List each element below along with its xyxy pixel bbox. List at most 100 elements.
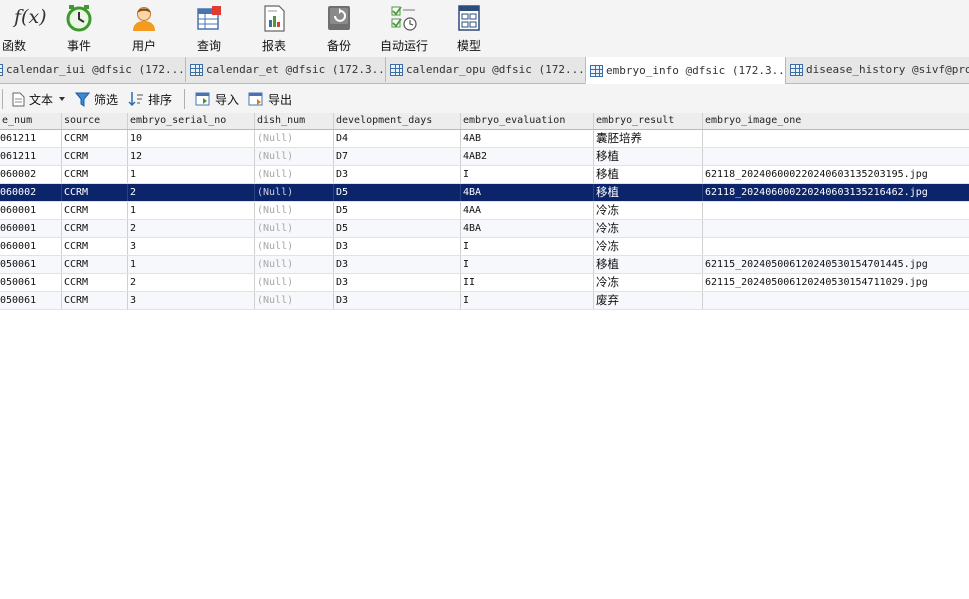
table-row[interactable]: 050061 CCRM 2 (Null) D3 II 冷冻 62115_20240500612… <box>0 274 969 292</box>
filter-button[interactable]: 筛选 <box>75 90 118 108</box>
tab-calendar-et[interactable]: calendar_et @dfsic (172.3... <box>186 57 386 82</box>
table-cell-development-days[interactable]: D5 <box>334 184 461 201</box>
table-cell-dish-num[interactable]: (Null) <box>255 256 334 273</box>
query-button[interactable]: 查询 <box>179 4 239 54</box>
table-cell-development-days[interactable]: D3 <box>334 274 461 291</box>
report-button[interactable]: 报表 <box>244 4 304 54</box>
tab-calendar-opu[interactable]: calendar_opu @dfsic (172.... <box>386 57 586 82</box>
table-cell-embryo-result[interactable]: 冷冻 <box>594 238 703 255</box>
table-cell-embryo-image-one[interactable] <box>703 202 969 219</box>
table-cell-dish-num[interactable]: (Null) <box>255 202 334 219</box>
table-cell-embryo-evaluation[interactable]: 4AB <box>461 130 594 147</box>
table-cell-embryo-serial-no[interactable]: 10 <box>128 130 255 147</box>
table-cell-embryo-evaluation[interactable]: I <box>461 256 594 273</box>
user-button[interactable]: 用户 <box>114 4 174 54</box>
export-button[interactable]: 导出 <box>248 90 292 108</box>
event-button[interactable]: 事件 <box>49 4 109 54</box>
table-cell-source[interactable]: CCRM <box>62 238 128 255</box>
table-cell-embryo-result[interactable]: 冷冻 <box>594 202 703 219</box>
table-cell-embryo-serial-no[interactable]: 2 <box>128 220 255 237</box>
table-cell-embryo-image-one[interactable] <box>703 220 969 237</box>
table-cell-embryo-evaluation[interactable]: II <box>461 274 594 291</box>
table-cell-source[interactable]: CCRM <box>62 130 128 147</box>
table-cell-embryo-serial-no[interactable]: 1 <box>128 166 255 183</box>
table-cell-embryo-evaluation[interactable]: I <box>461 238 594 255</box>
table-cell-embryo-result[interactable]: 冷冻 <box>594 220 703 237</box>
automation-button[interactable]: 自动运行 <box>374 4 434 54</box>
table-cell-embryo-evaluation[interactable]: I <box>461 292 594 309</box>
table-cell-e-num[interactable]: 060001 <box>0 202 62 219</box>
table-row[interactable]: 061211 CCRM 12 (Null) D7 4AB2 移植 <box>0 148 969 166</box>
table-cell-embryo-serial-no[interactable]: 12 <box>128 148 255 165</box>
model-button[interactable]: 模型 <box>439 4 499 54</box>
column-header[interactable]: embryo_image_one <box>703 113 969 129</box>
tab-embryo-info[interactable]: embryo_info @dfsic (172.3... <box>586 57 786 84</box>
table-cell-development-days[interactable]: D3 <box>334 238 461 255</box>
table-cell-embryo-result[interactable]: 移植 <box>594 148 703 165</box>
table-cell-embryo-image-one[interactable] <box>703 130 969 147</box>
table-row[interactable]: 060002 CCRM 2 (Null) D5 4BA 移植 62118_2024060002… <box>0 184 969 202</box>
table-cell-source[interactable]: CCRM <box>62 184 128 201</box>
table-cell-e-num[interactable]: 050061 <box>0 274 62 291</box>
table-cell-dish-num[interactable]: (Null) <box>255 130 334 147</box>
table-row[interactable]: 060001 CCRM 2 (Null) D5 4BA 冷冻 <box>0 220 969 238</box>
table-cell-e-num[interactable]: 060001 <box>0 238 62 255</box>
table-cell-embryo-serial-no[interactable]: 1 <box>128 256 255 273</box>
table-cell-dish-num[interactable]: (Null) <box>255 292 334 309</box>
table-cell-embryo-serial-no[interactable]: 3 <box>128 238 255 255</box>
table-row[interactable]: 050061 CCRM 1 (Null) D3 I 移植 62115_202405006120… <box>0 256 969 274</box>
column-header[interactable]: source <box>62 113 128 129</box>
table-row[interactable]: 060002 CCRM 1 (Null) D3 I 移植 62118_202406000220… <box>0 166 969 184</box>
chevron-down-icon[interactable] <box>59 97 66 101</box>
table-cell-embryo-image-one[interactable]: 62115_202405006120240530154711029.jpg <box>703 274 969 291</box>
table-cell-embryo-evaluation[interactable]: I <box>461 166 594 183</box>
table-cell-source[interactable]: CCRM <box>62 202 128 219</box>
table-cell-source[interactable]: CCRM <box>62 256 128 273</box>
table-cell-embryo-serial-no[interactable]: 2 <box>128 184 255 201</box>
table-cell-embryo-evaluation[interactable]: 4AB2 <box>461 148 594 165</box>
table-cell-source[interactable]: CCRM <box>62 166 128 183</box>
column-header[interactable]: embryo_result <box>594 113 703 129</box>
column-header[interactable]: development_days <box>334 113 461 129</box>
table-cell-embryo-result[interactable]: 移植 <box>594 256 703 273</box>
table-cell-embryo-serial-no[interactable]: 2 <box>128 274 255 291</box>
table-row[interactable]: 060001 CCRM 3 (Null) D3 I 冷冻 <box>0 238 969 256</box>
table-cell-development-days[interactable]: D3 <box>334 256 461 273</box>
table-cell-embryo-result[interactable]: 移植 <box>594 166 703 183</box>
table-cell-embryo-evaluation[interactable]: 4AA <box>461 202 594 219</box>
table-cell-dish-num[interactable]: (Null) <box>255 238 334 255</box>
table-cell-e-num[interactable]: 060001 <box>0 220 62 237</box>
table-cell-e-num[interactable]: 061211 <box>0 130 62 147</box>
table-cell-dish-num[interactable]: (Null) <box>255 220 334 237</box>
table-cell-embryo-evaluation[interactable]: 4BA <box>461 184 594 201</box>
table-cell-e-num[interactable]: 060002 <box>0 166 62 183</box>
table-cell-embryo-result[interactable]: 冷冻 <box>594 274 703 291</box>
table-cell-e-num[interactable]: 050061 <box>0 292 62 309</box>
table-cell-embryo-result[interactable]: 囊胚培养 <box>594 130 703 147</box>
table-row[interactable]: 061211 CCRM 10 (Null) D4 4AB 囊胚培养 <box>0 130 969 148</box>
table-cell-embryo-image-one[interactable] <box>703 148 969 165</box>
table-cell-e-num[interactable]: 050061 <box>0 256 62 273</box>
table-cell-e-num[interactable]: 061211 <box>0 148 62 165</box>
column-header[interactable]: embryo_serial_no <box>128 113 255 129</box>
table-cell-development-days[interactable]: D3 <box>334 166 461 183</box>
table-cell-e-num[interactable]: 060002 <box>0 184 62 201</box>
table-cell-embryo-result[interactable]: 移植 <box>594 184 703 201</box>
table-cell-embryo-image-one[interactable]: 62118_202406000220240603135203195.jpg <box>703 166 969 183</box>
import-button[interactable]: 导入 <box>195 90 239 108</box>
table-cell-source[interactable]: CCRM <box>62 274 128 291</box>
table-cell-dish-num[interactable]: (Null) <box>255 148 334 165</box>
table-cell-dish-num[interactable]: (Null) <box>255 184 334 201</box>
table-cell-source[interactable]: CCRM <box>62 148 128 165</box>
table-cell-embryo-image-one[interactable] <box>703 292 969 309</box>
table-cell-embryo-evaluation[interactable]: 4BA <box>461 220 594 237</box>
table-cell-development-days[interactable]: D7 <box>334 148 461 165</box>
table-cell-source[interactable]: CCRM <box>62 292 128 309</box>
table-cell-embryo-serial-no[interactable]: 1 <box>128 202 255 219</box>
table-cell-dish-num[interactable]: (Null) <box>255 166 334 183</box>
column-header[interactable]: dish_num <box>255 113 334 129</box>
table-cell-development-days[interactable]: D4 <box>334 130 461 147</box>
backup-button[interactable]: 备份 <box>309 4 369 54</box>
tab-disease-history[interactable]: disease_history @sivf@pro... <box>786 57 969 82</box>
table-cell-development-days[interactable]: D5 <box>334 220 461 237</box>
